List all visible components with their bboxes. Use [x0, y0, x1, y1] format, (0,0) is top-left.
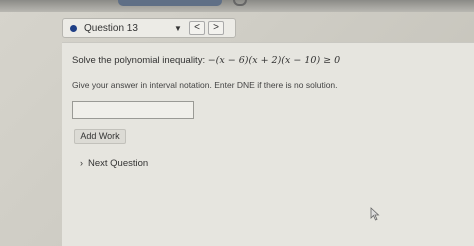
chevron-right-icon: ›: [80, 158, 83, 168]
question-selector[interactable]: Question 13 ▼ < >: [62, 18, 236, 38]
inequality-expression: −(x − 6)(x + 2)(x − 10) ≥ 0: [207, 55, 341, 66]
next-question-arrow-button[interactable]: >: [208, 21, 224, 35]
question-number-label: Question 13: [84, 22, 138, 34]
answer-input[interactable]: [72, 101, 194, 119]
previous-question-button[interactable]: <: [189, 21, 205, 35]
submit-button-partial[interactable]: [118, 0, 222, 6]
question-panel: Solve the polynomial inequality: −(x − 6…: [62, 42, 474, 246]
chevron-down-icon[interactable]: ▼: [174, 24, 182, 33]
status-dot-icon: [70, 24, 77, 32]
next-question-link[interactable]: › Next Question: [80, 158, 148, 169]
add-work-button[interactable]: Add Work: [74, 129, 126, 144]
top-toolbar: [0, 0, 474, 12]
question-prompt: Solve the polynomial inequality: −(x − 6…: [72, 55, 340, 66]
toolbar-icon: [233, 0, 247, 6]
next-question-label: Next Question: [88, 158, 149, 169]
prompt-text: Solve the polynomial inequality:: [72, 55, 208, 66]
answer-instructions: Give your answer in interval notation. E…: [72, 80, 338, 90]
mouse-cursor-icon: [370, 207, 380, 221]
